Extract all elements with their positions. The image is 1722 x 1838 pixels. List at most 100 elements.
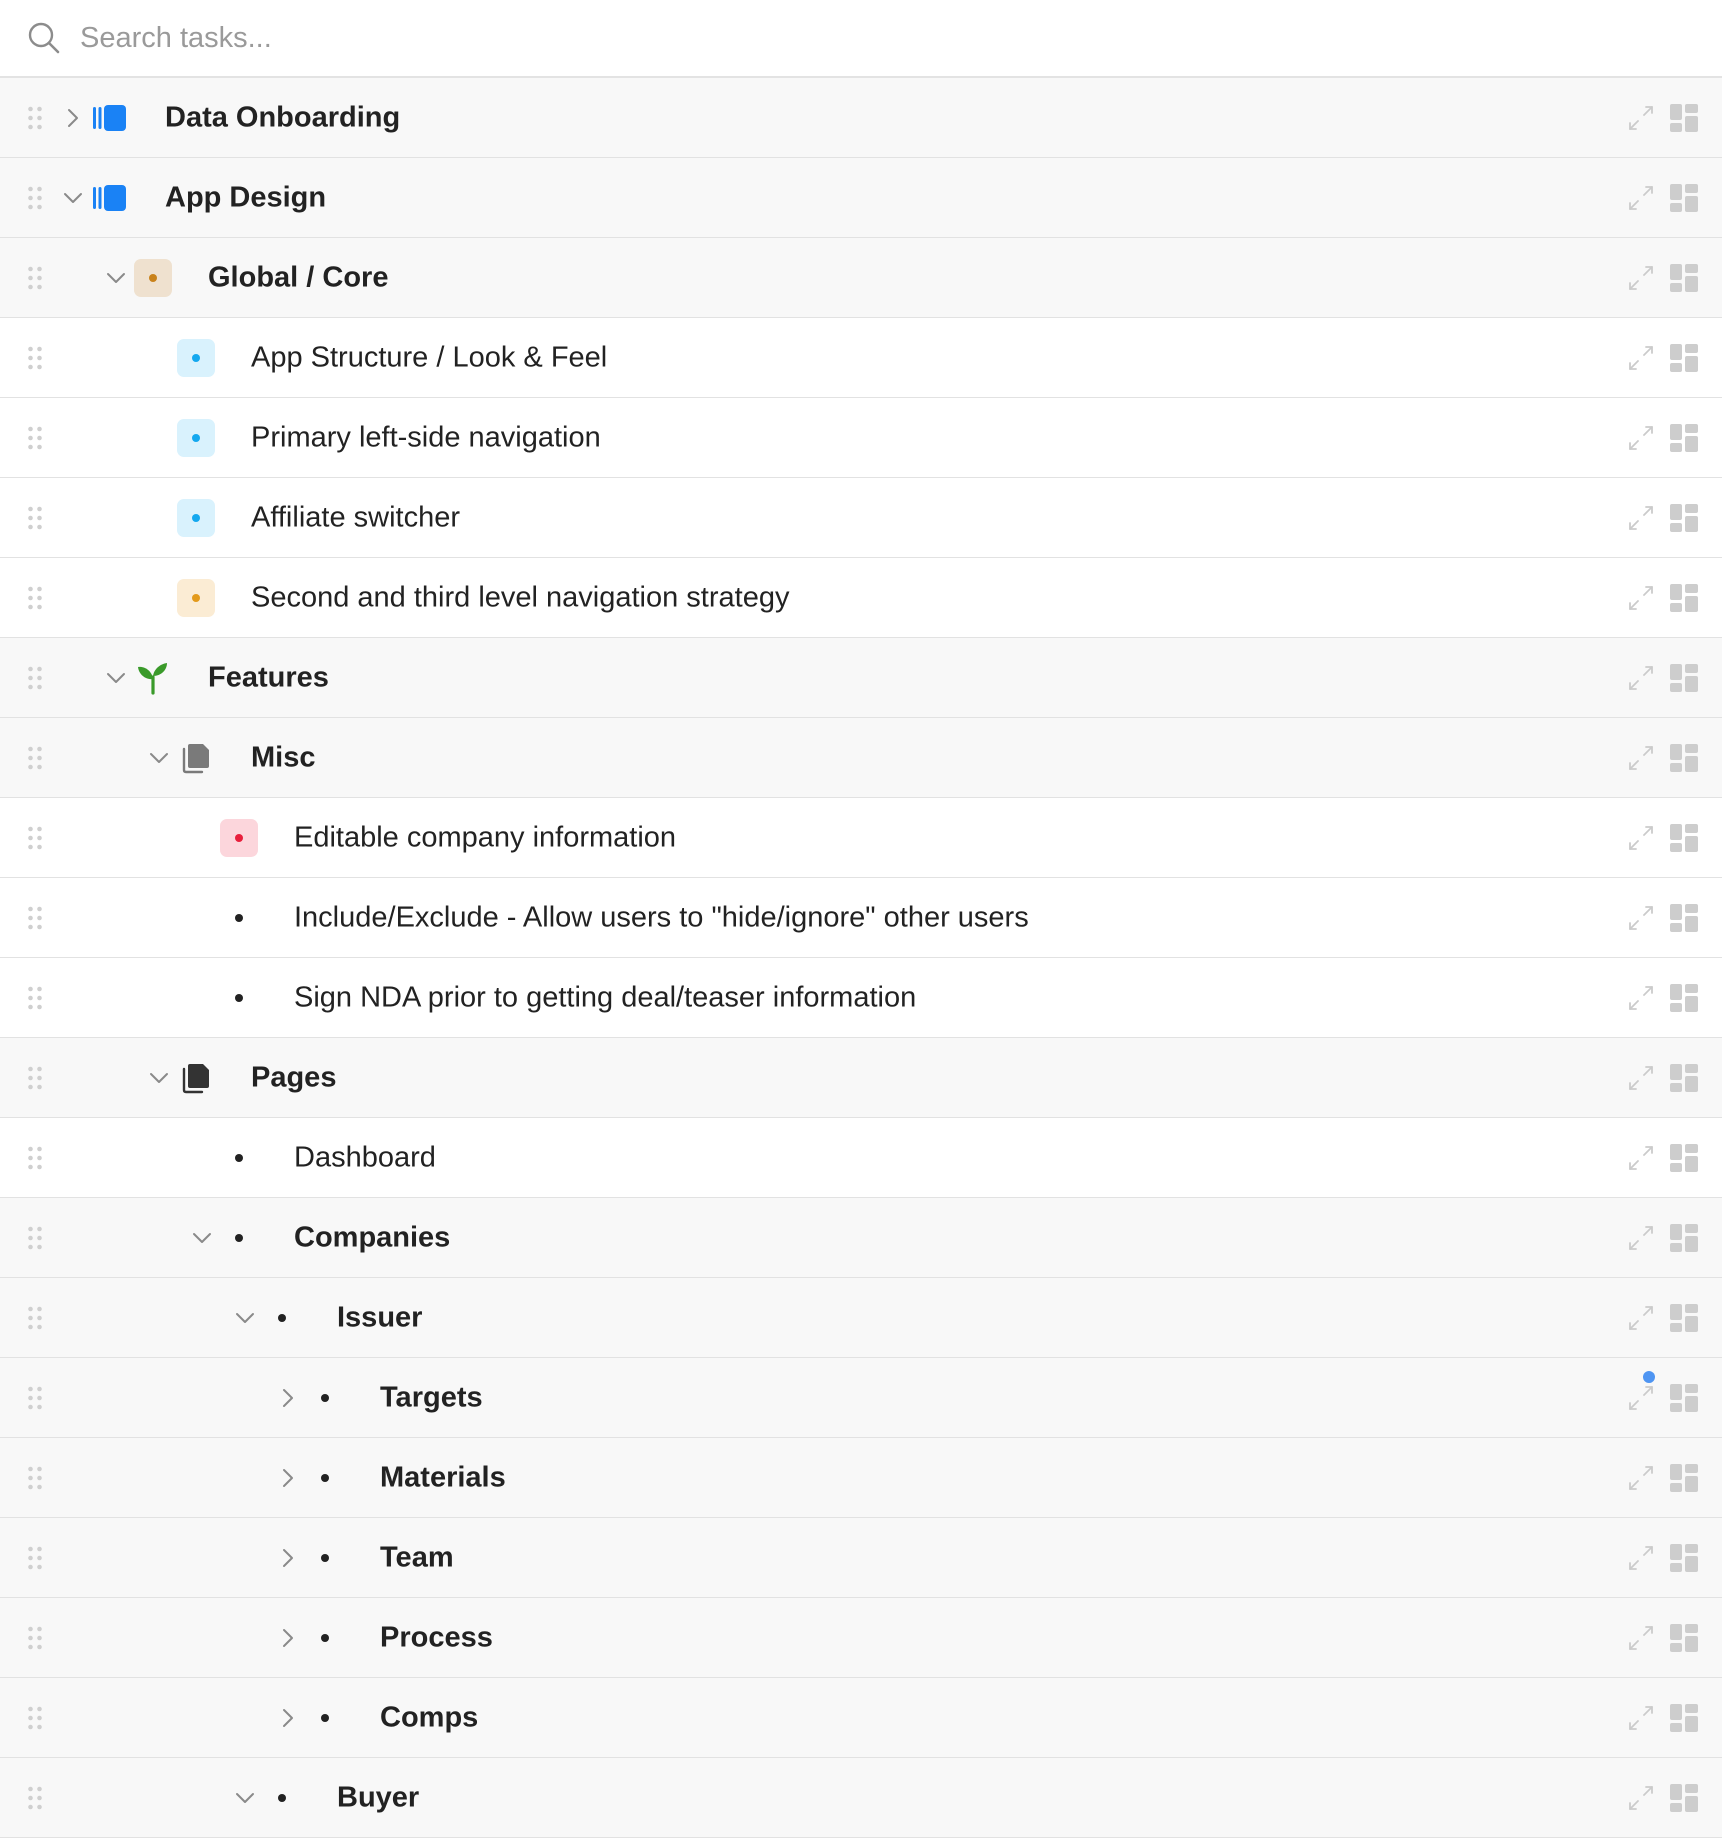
open-fullscreen-icon[interactable] xyxy=(1626,583,1656,613)
drag-handle-icon[interactable] xyxy=(27,505,43,531)
task-row[interactable]: Dashboard xyxy=(0,1118,1722,1198)
open-fullscreen-icon[interactable] xyxy=(1626,103,1656,133)
open-fullscreen-icon[interactable] xyxy=(1626,343,1656,373)
open-fullscreen-icon[interactable] xyxy=(1626,183,1656,213)
drag-handle-icon[interactable] xyxy=(27,1545,43,1571)
layout-icon[interactable] xyxy=(1670,1303,1698,1332)
chevron-right-icon[interactable] xyxy=(277,1547,299,1569)
drag-handle-icon[interactable] xyxy=(27,425,43,451)
layout-icon[interactable] xyxy=(1670,343,1698,372)
drag-handle-icon[interactable] xyxy=(27,1785,43,1811)
task-row[interactable]: Editable company information xyxy=(0,798,1722,878)
drag-handle-icon[interactable] xyxy=(27,345,43,371)
chevron-down-icon[interactable] xyxy=(148,1067,170,1089)
layout-icon[interactable] xyxy=(1670,903,1698,932)
open-fullscreen-icon[interactable] xyxy=(1626,903,1656,933)
layout-icon[interactable] xyxy=(1670,743,1698,772)
chevron-down-icon[interactable] xyxy=(148,747,170,769)
open-fullscreen-icon[interactable] xyxy=(1626,1383,1656,1413)
open-fullscreen-icon[interactable] xyxy=(1626,1703,1656,1733)
open-fullscreen-icon[interactable] xyxy=(1626,1223,1656,1253)
task-row[interactable]: Targets xyxy=(0,1358,1722,1438)
chevron-down-icon[interactable] xyxy=(105,267,127,289)
task-row[interactable]: Companies xyxy=(0,1198,1722,1278)
task-row[interactable]: App Design xyxy=(0,158,1722,238)
drag-handle-icon[interactable] xyxy=(27,1705,43,1731)
layout-icon[interactable] xyxy=(1670,583,1698,612)
task-row[interactable]: Team xyxy=(0,1518,1722,1598)
task-row[interactable]: Sign NDA prior to getting deal/teaser in… xyxy=(0,958,1722,1038)
chevron-right-icon[interactable] xyxy=(277,1627,299,1649)
chevron-down-icon[interactable] xyxy=(234,1787,256,1809)
drag-handle-icon[interactable] xyxy=(27,1225,43,1251)
drag-handle-icon[interactable] xyxy=(27,105,43,131)
drag-handle-icon[interactable] xyxy=(27,1465,43,1491)
open-fullscreen-icon[interactable] xyxy=(1626,1303,1656,1333)
task-row[interactable]: Comps xyxy=(0,1678,1722,1758)
chevron-right-icon[interactable] xyxy=(277,1707,299,1729)
chevron-down-icon[interactable] xyxy=(191,1227,213,1249)
drag-handle-icon[interactable] xyxy=(27,825,43,851)
drag-handle-icon[interactable] xyxy=(27,1305,43,1331)
layout-icon[interactable] xyxy=(1670,1223,1698,1252)
task-row[interactable]: Pages xyxy=(0,1038,1722,1118)
task-row[interactable]: Include/Exclude - Allow users to "hide/i… xyxy=(0,878,1722,958)
task-row[interactable]: Issuer xyxy=(0,1278,1722,1358)
layout-icon[interactable] xyxy=(1670,823,1698,852)
drag-handle-icon[interactable] xyxy=(27,265,43,291)
open-fullscreen-icon[interactable] xyxy=(1626,663,1656,693)
layout-icon[interactable] xyxy=(1670,1623,1698,1652)
chevron-down-icon[interactable] xyxy=(234,1307,256,1329)
task-row[interactable]: Data Onboarding xyxy=(0,78,1722,158)
task-row[interactable]: Features xyxy=(0,638,1722,718)
chevron-right-icon[interactable] xyxy=(277,1387,299,1409)
task-row[interactable]: Primary left-side navigation xyxy=(0,398,1722,478)
open-fullscreen-icon[interactable] xyxy=(1626,743,1656,773)
open-fullscreen-icon[interactable] xyxy=(1626,1623,1656,1653)
open-fullscreen-icon[interactable] xyxy=(1626,263,1656,293)
chevron-right-icon[interactable] xyxy=(277,1467,299,1489)
open-fullscreen-icon[interactable] xyxy=(1626,823,1656,853)
layout-icon[interactable] xyxy=(1670,663,1698,692)
task-row[interactable]: Global / Core xyxy=(0,238,1722,318)
open-fullscreen-icon[interactable] xyxy=(1626,1463,1656,1493)
open-fullscreen-icon[interactable] xyxy=(1626,1783,1656,1813)
drag-handle-icon[interactable] xyxy=(27,585,43,611)
open-fullscreen-icon[interactable] xyxy=(1626,1063,1656,1093)
layout-icon[interactable] xyxy=(1670,983,1698,1012)
drag-handle-icon[interactable] xyxy=(27,1385,43,1411)
layout-icon[interactable] xyxy=(1670,1783,1698,1812)
layout-icon[interactable] xyxy=(1670,423,1698,452)
open-fullscreen-icon[interactable] xyxy=(1626,423,1656,453)
drag-handle-icon[interactable] xyxy=(27,1145,43,1171)
drag-handle-icon[interactable] xyxy=(27,1065,43,1091)
task-row[interactable]: Affiliate switcher xyxy=(0,478,1722,558)
chevron-down-icon[interactable] xyxy=(105,667,127,689)
drag-handle-icon[interactable] xyxy=(27,905,43,931)
search-input[interactable] xyxy=(78,20,1582,56)
layout-icon[interactable] xyxy=(1670,183,1698,212)
chevron-down-icon[interactable] xyxy=(62,187,84,209)
layout-icon[interactable] xyxy=(1670,263,1698,292)
layout-icon[interactable] xyxy=(1670,1383,1698,1412)
drag-handle-icon[interactable] xyxy=(27,1625,43,1651)
layout-icon[interactable] xyxy=(1670,1143,1698,1172)
layout-icon[interactable] xyxy=(1670,1703,1698,1732)
task-row[interactable]: Second and third level navigation strate… xyxy=(0,558,1722,638)
layout-icon[interactable] xyxy=(1670,103,1698,132)
task-row[interactable]: App Structure / Look & Feel xyxy=(0,318,1722,398)
layout-icon[interactable] xyxy=(1670,503,1698,532)
chevron-right-icon[interactable] xyxy=(62,107,84,129)
task-row[interactable]: Buyer xyxy=(0,1758,1722,1838)
task-row[interactable]: Process xyxy=(0,1598,1722,1678)
drag-handle-icon[interactable] xyxy=(27,745,43,771)
open-fullscreen-icon[interactable] xyxy=(1626,503,1656,533)
open-fullscreen-icon[interactable] xyxy=(1626,983,1656,1013)
drag-handle-icon[interactable] xyxy=(27,185,43,211)
layout-icon[interactable] xyxy=(1670,1063,1698,1092)
open-fullscreen-icon[interactable] xyxy=(1626,1543,1656,1573)
layout-icon[interactable] xyxy=(1670,1463,1698,1492)
layout-icon[interactable] xyxy=(1670,1543,1698,1572)
task-row[interactable]: Misc xyxy=(0,718,1722,798)
drag-handle-icon[interactable] xyxy=(27,985,43,1011)
